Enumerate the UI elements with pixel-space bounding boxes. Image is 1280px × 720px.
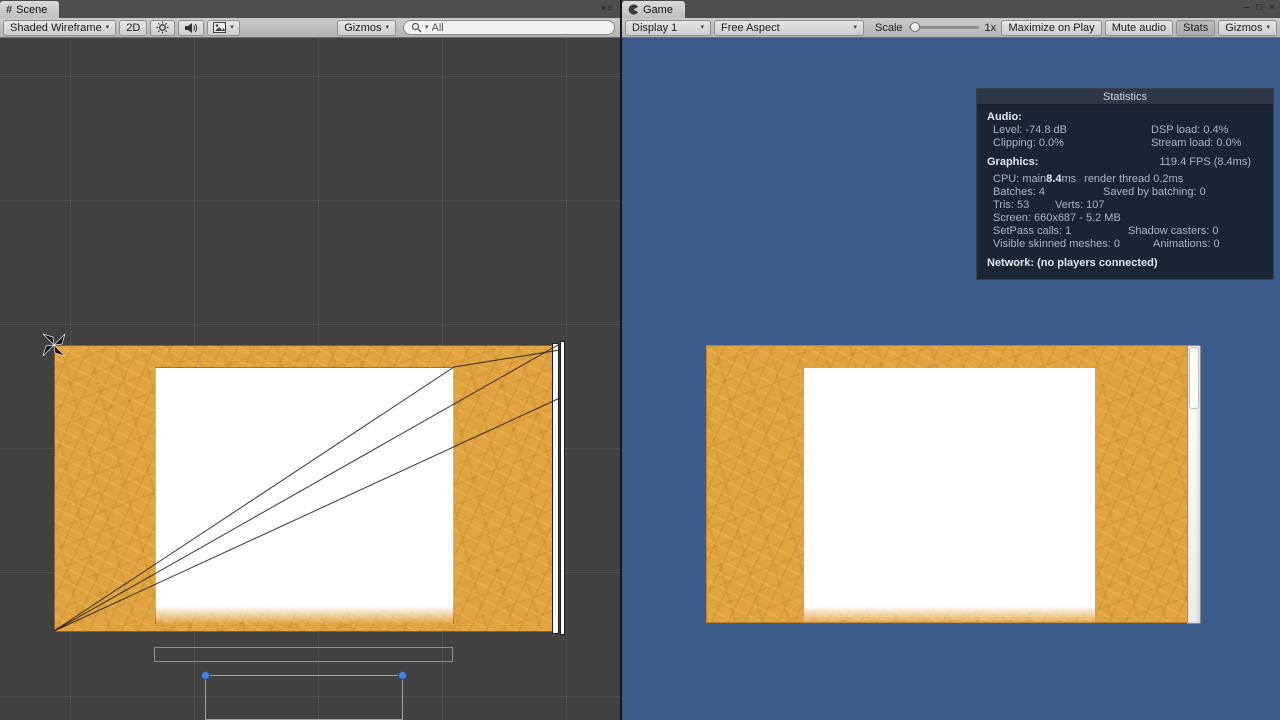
- game-panel: Game – □ × Display 1 ▾ Free Aspect ▾ Sca…: [622, 0, 1280, 720]
- aspect-label: Free Aspect: [721, 21, 780, 34]
- maximize-on-play-label: Maximize on Play: [1008, 21, 1095, 34]
- window-controls: – □ ×: [1244, 2, 1275, 13]
- animations-value: Animations: 0: [1153, 238, 1220, 250]
- scene-toolbar: Shaded Wireframe ▾ 2D ▾ Gizmos ▾ ▾ All: [0, 18, 620, 38]
- scene-panel: # Scene ▾≡ Shaded Wireframe ▾ 2D ▾ Gizmo…: [0, 0, 620, 720]
- stream-load-value: Stream load: 0.0%: [1151, 137, 1242, 149]
- scale-slider[interactable]: [908, 22, 979, 32]
- mute-audio-label: Mute audio: [1111, 21, 1167, 34]
- page-stack-highlight: [1189, 347, 1199, 409]
- graphics-section-label: Graphics:: [987, 156, 1039, 168]
- network-status: Network: (no players connected): [987, 257, 1158, 269]
- game-tab-icon: [628, 4, 639, 15]
- chevron-down-icon: ▾: [230, 24, 234, 31]
- tab-scene[interactable]: # Scene: [0, 1, 60, 18]
- game-tabstrip: Game – □ ×: [622, 0, 1280, 18]
- page-stack-edge: [552, 343, 559, 634]
- tab-game[interactable]: Game: [622, 1, 685, 18]
- sun-icon: [156, 21, 169, 34]
- close-button[interactable]: ×: [1269, 2, 1275, 13]
- scene-gizmos-dropdown[interactable]: Gizmos ▾: [337, 19, 396, 36]
- search-filter-chevron-icon: ▾: [425, 24, 429, 31]
- scene-viewport[interactable]: [0, 38, 620, 720]
- game-toolbar-right: Maximize on Play Mute audio Stats Gizmos…: [1001, 19, 1277, 36]
- visible-skinned-meshes-value: Visible skinned meshes: 0: [993, 238, 1120, 250]
- statistics-overlay: Statistics Audio: Level: -74.8 dB DSP lo…: [976, 88, 1274, 280]
- scene-tabstrip: # Scene ▾≡: [0, 0, 620, 18]
- setpass-calls-value: SetPass calls: 1: [993, 225, 1072, 237]
- move-gizmo-icon[interactable]: [39, 330, 69, 360]
- panel-menu-icon[interactable]: ▾≡: [601, 3, 614, 14]
- dsp-load-value: DSP load: 0.4%: [1151, 124, 1229, 136]
- ui-element-rect[interactable]: [201, 671, 407, 720]
- cpu-row: CPU: main 8.4 ms render thread 0.2ms: [987, 173, 1263, 186]
- scene-search-input[interactable]: [431, 21, 607, 34]
- scale-value: 1x: [984, 21, 997, 34]
- display-dropdown[interactable]: Display 1 ▾: [625, 19, 711, 36]
- scene-audio-toggle[interactable]: [178, 19, 205, 36]
- game-book-cover: [706, 345, 1194, 624]
- mute-audio-button[interactable]: Mute audio: [1104, 19, 1174, 36]
- scale-label: Scale: [875, 21, 903, 34]
- game-tab-label: Game: [643, 3, 673, 16]
- saved-by-batching-value: Saved by batching: 0: [1103, 186, 1206, 198]
- game-book-page: [804, 368, 1095, 624]
- stats-label: Stats: [1183, 21, 1209, 34]
- chevron-down-icon: ▾: [700, 24, 704, 31]
- shadow-casters-value: Shadow casters: 0: [1128, 225, 1219, 237]
- page-stack-edge-outer: [560, 341, 565, 635]
- render-thread-value: render thread 0.2ms: [1084, 173, 1184, 185]
- draw-mode-dropdown[interactable]: Shaded Wireframe ▾: [3, 19, 117, 36]
- scale-slider-knob[interactable]: [909, 22, 920, 32]
- book-page-object: [155, 367, 454, 624]
- screen-value: Screen: 660x687 - 5.2 MB: [993, 212, 1121, 224]
- statistics-title: Statistics: [977, 89, 1273, 105]
- unity-editor-window: # Scene ▾≡ Shaded Wireframe ▾ 2D ▾ Gizmo…: [0, 0, 1280, 720]
- scale-control: Scale 1x: [875, 22, 996, 34]
- audio-section-label: Audio:: [987, 111, 1022, 123]
- stats-button[interactable]: Stats: [1176, 19, 1216, 36]
- statistics-body: Audio: Level: -74.8 dB DSP load: 0.4% Cl…: [977, 105, 1273, 279]
- game-page-stack-edge: [1187, 345, 1201, 624]
- cpu-prefix: CPU: main: [993, 173, 1047, 185]
- batches-value: Batches: 4: [993, 186, 1045, 198]
- chevron-down-icon: ▾: [105, 24, 110, 31]
- speaker-icon: [184, 22, 198, 34]
- cpu-unit: ms: [1061, 173, 1077, 185]
- selection-rect-outline: [154, 647, 453, 662]
- maximize-button[interactable]: □: [1256, 2, 1262, 13]
- 2d-toggle-button[interactable]: 2D: [119, 19, 148, 36]
- game-toolbar: Display 1 ▾ Free Aspect ▾ Scale 1x Maxim…: [622, 18, 1280, 38]
- gizmos-label: Gizmos: [1225, 21, 1263, 34]
- aspect-ratio-dropdown[interactable]: Free Aspect ▾: [714, 19, 864, 36]
- chevron-down-icon: ▾: [853, 24, 857, 31]
- verts-value: Verts: 107: [1055, 199, 1105, 211]
- scene-effects-dropdown[interactable]: ▾: [207, 19, 240, 36]
- audio-level-value: Level: -74.8 dB: [993, 124, 1067, 136]
- display-label: Display 1: [632, 21, 678, 34]
- maximize-on-play-button[interactable]: Maximize on Play: [1001, 19, 1102, 36]
- book-cover-object[interactable]: [54, 345, 557, 632]
- scene-tab-label: Scene: [16, 3, 48, 16]
- panel-divider[interactable]: [620, 0, 622, 720]
- tris-value: Tris: 53: [993, 199, 1030, 211]
- clipping-value: Clipping: 0.0%: [993, 137, 1064, 149]
- drag-handle-right[interactable]: [398, 671, 407, 680]
- drag-handle-left[interactable]: [201, 671, 210, 680]
- draw-mode-label: Shaded Wireframe: [10, 21, 102, 34]
- search-icon: [411, 22, 422, 33]
- fps-value: 119.4 FPS (8.4ms): [1159, 156, 1252, 168]
- chevron-down-icon: ▾: [385, 24, 389, 31]
- chevron-down-icon: ▾: [1266, 24, 1270, 31]
- scene-lighting-toggle[interactable]: [150, 19, 176, 36]
- gizmos-label: Gizmos: [344, 21, 382, 34]
- game-viewport[interactable]: Statistics Audio: Level: -74.8 dB DSP lo…: [622, 38, 1280, 720]
- minimize-button[interactable]: –: [1244, 2, 1250, 13]
- image-icon: [213, 22, 227, 33]
- scene-tab-icon: #: [6, 3, 13, 16]
- cpu-main-ms: 8.4: [1046, 173, 1062, 185]
- scene-search-field[interactable]: ▾: [403, 20, 615, 35]
- game-gizmos-dropdown[interactable]: Gizmos ▾: [1218, 19, 1277, 36]
- 2d-label: 2D: [126, 21, 141, 34]
